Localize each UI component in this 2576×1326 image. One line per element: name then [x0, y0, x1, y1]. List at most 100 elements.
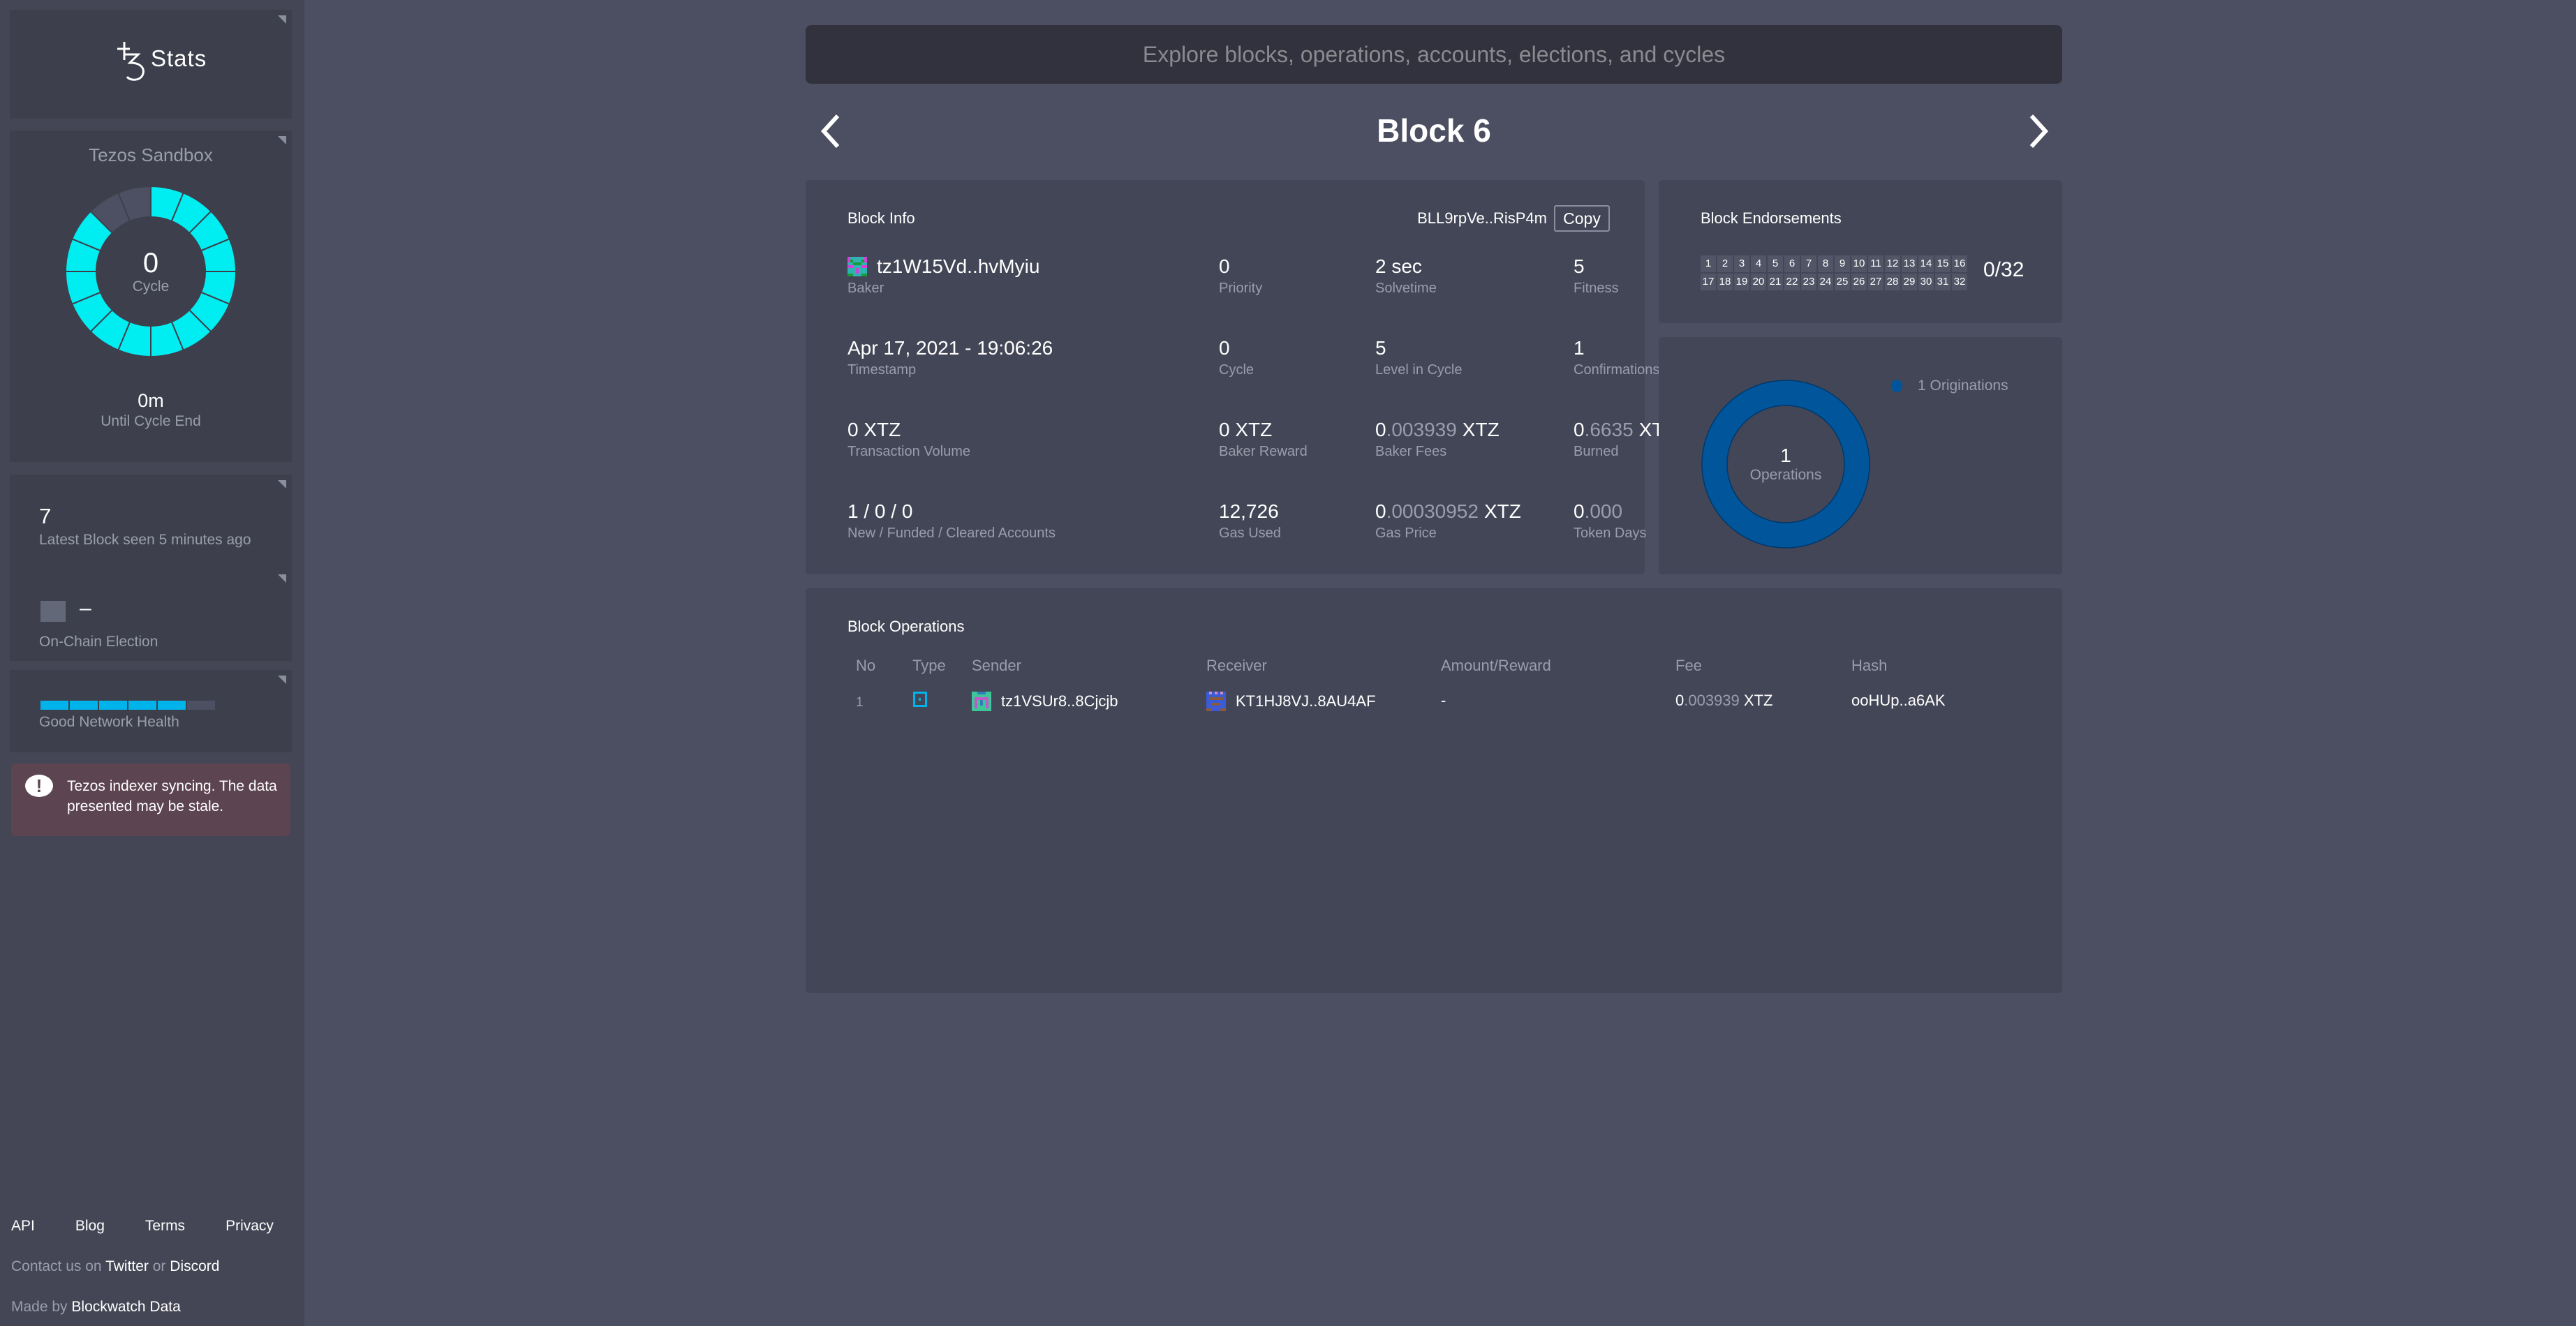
- endorsement-slot[interactable]: 24: [1818, 274, 1833, 290]
- endorsement-slots: 1 2 3 4 5 6 7 8 9 10 11 12 13 14 15 16 17 18 19 20 21 22 23 24 2…: [1701, 255, 1967, 290]
- twitter-link[interactable]: Twitter: [105, 1258, 149, 1274]
- baker-value[interactable]: tz1W15Vd..hvMyiu: [847, 255, 1039, 278]
- column-header-sender: Sender: [972, 657, 1021, 674]
- footer-link-blog[interactable]: Blog: [75, 1218, 105, 1235]
- baker-fees-int: 0: [1375, 419, 1386, 440]
- endorsement-slot[interactable]: 4: [1751, 255, 1766, 272]
- endorsement-slot[interactable]: 14: [1918, 255, 1934, 272]
- endorsement-slot[interactable]: 11: [1868, 255, 1883, 272]
- gas-price-unit: XTZ: [1483, 500, 1521, 522]
- info-cell-solvetime: 2 sec Solvetime: [1375, 255, 1437, 297]
- info-cell-timestamp: Apr 17, 2021 - 19:06:26 Timestamp: [847, 337, 1053, 378]
- baker-reward-label: Baker Reward: [1219, 444, 1308, 459]
- election-card[interactable]: – On-Chain Election: [10, 569, 292, 661]
- token-days-value: 0.000: [1574, 500, 1647, 523]
- endorsement-slot[interactable]: 21: [1768, 274, 1783, 290]
- health-segment: [99, 701, 127, 710]
- footer-link-privacy[interactable]: Privacy: [225, 1218, 274, 1235]
- election-value: –: [80, 597, 91, 620]
- endorsement-slot[interactable]: 19: [1734, 274, 1749, 290]
- receiver-address[interactable]: KT1HJ8VJ..8AU4AF: [1236, 692, 1376, 710]
- discord-link[interactable]: Discord: [170, 1258, 219, 1274]
- sidebar: Stats Tezos Sandbox 0 Cycle 0m Until Cyc…: [0, 0, 304, 1326]
- solvetime-text: 2 sec: [1375, 255, 1422, 277]
- expand-corner-icon[interactable]: [278, 676, 286, 684]
- sender-address[interactable]: tz1VSUr8..8Cjcjb: [1001, 692, 1118, 710]
- baker-fees-frac: .003939: [1386, 419, 1457, 440]
- copy-button[interactable]: Copy: [1554, 205, 1610, 232]
- endorsement-slot[interactable]: 23: [1801, 274, 1816, 290]
- endorsement-slot[interactable]: 9: [1835, 255, 1850, 272]
- endorsement-slot[interactable]: 28: [1885, 274, 1900, 290]
- endorsement-slot[interactable]: 5: [1768, 255, 1783, 272]
- until-cycle-end-label: Until Cycle End: [101, 413, 201, 429]
- endorsement-slot[interactable]: 17: [1701, 274, 1716, 290]
- baker-reward-text: 0 XTZ: [1219, 419, 1273, 440]
- logo-card[interactable]: Stats: [10, 10, 292, 119]
- endorsement-slot[interactable]: 1: [1701, 255, 1716, 272]
- chevron-right-icon[interactable]: [2024, 112, 2052, 151]
- operations-label: Operations: [1749, 467, 1822, 483]
- endorsement-slot[interactable]: 6: [1784, 255, 1800, 272]
- endorsement-slot[interactable]: 30: [1918, 274, 1934, 290]
- footer-link-api[interactable]: API: [11, 1218, 35, 1235]
- priority-value: 0: [1219, 255, 1262, 278]
- expand-corner-icon[interactable]: [278, 574, 286, 583]
- op-receiver[interactable]: KT1HJ8VJ..8AU4AF: [1206, 692, 1376, 711]
- info-cell-accounts: 1 / 0 / 0 New / Funded / Cleared Accounts: [847, 500, 1056, 542]
- endorsement-slot[interactable]: 31: [1935, 274, 1950, 290]
- gas-used-label: Gas Used: [1219, 526, 1281, 541]
- endorsement-slot[interactable]: 13: [1902, 255, 1917, 272]
- latest-block-card[interactable]: 7 Latest Block seen 5 minutes ago: [10, 475, 292, 579]
- fee-unit: XTZ: [1743, 692, 1773, 709]
- legend-dot: [1891, 380, 1902, 392]
- endorsement-slot[interactable]: 32: [1952, 274, 1967, 290]
- cycle-text: 0: [1219, 337, 1230, 359]
- op-sender[interactable]: tz1VSUr8..8Cjcjb: [972, 692, 1118, 711]
- tezos-logo-icon: [117, 42, 145, 81]
- endorsement-slot[interactable]: 16: [1952, 255, 1967, 272]
- operations-summary-card: 1 Operations 1 Originations: [1659, 337, 2062, 574]
- network-health-card[interactable]: Good Network Health: [10, 670, 292, 752]
- info-cell-transaction-volume: 0 XTZ Transaction Volume: [847, 419, 970, 460]
- baker-reward-value: 0 XTZ: [1219, 419, 1308, 441]
- endorsement-count: 0/32: [1983, 258, 2024, 281]
- origination-icon[interactable]: [913, 692, 927, 707]
- endorsement-slot[interactable]: 26: [1851, 274, 1867, 290]
- endorsement-slot[interactable]: 10: [1851, 255, 1867, 272]
- endorsement-slot[interactable]: 22: [1784, 274, 1800, 290]
- endorsement-slot[interactable]: 29: [1902, 274, 1917, 290]
- fee-int: 0: [1675, 692, 1685, 709]
- expand-corner-icon[interactable]: [278, 136, 286, 144]
- endorsement-slot[interactable]: 18: [1717, 274, 1733, 290]
- burned-int: 0: [1574, 419, 1585, 440]
- endorsement-slot[interactable]: 25: [1835, 274, 1850, 290]
- endorsement-slot[interactable]: 3: [1734, 255, 1749, 272]
- cycle-label: Cycle: [132, 278, 170, 295]
- transaction-volume-label: Transaction Volume: [847, 444, 971, 459]
- baker-text[interactable]: tz1W15Vd..hvMyiu: [877, 255, 1039, 278]
- fitness-value: 5: [1574, 255, 1618, 278]
- expand-corner-icon[interactable]: [278, 480, 286, 489]
- endorsement-slot[interactable]: 27: [1868, 274, 1883, 290]
- gas-price-frac: .00030952: [1386, 500, 1479, 522]
- endorsement-slot[interactable]: 12: [1885, 255, 1900, 272]
- search-input[interactable]: [806, 25, 2062, 84]
- priority-text: 0: [1219, 255, 1230, 277]
- endorsement-slot[interactable]: 2: [1717, 255, 1733, 272]
- op-hash[interactable]: ooHUp..a6AK: [1851, 692, 1946, 710]
- level-in-cycle-value: 5: [1375, 337, 1463, 359]
- gas-used-text: 12,726: [1219, 500, 1279, 522]
- tzstats-logo[interactable]: Stats: [114, 39, 207, 82]
- op-no: 1: [856, 695, 864, 710]
- endorsement-slot[interactable]: 8: [1818, 255, 1833, 272]
- endorsement-slot[interactable]: 15: [1935, 255, 1950, 272]
- baker-label: Baker: [847, 281, 884, 296]
- blockwatch-link[interactable]: Blockwatch Data: [71, 1299, 180, 1315]
- footer-link-terms[interactable]: Terms: [145, 1218, 185, 1235]
- info-cell-priority: 0 Priority: [1219, 255, 1262, 297]
- endorsement-slot[interactable]: 7: [1801, 255, 1816, 272]
- solvetime-label: Solvetime: [1375, 281, 1437, 296]
- expand-corner-icon[interactable]: [278, 15, 286, 24]
- endorsement-slot[interactable]: 20: [1751, 274, 1766, 290]
